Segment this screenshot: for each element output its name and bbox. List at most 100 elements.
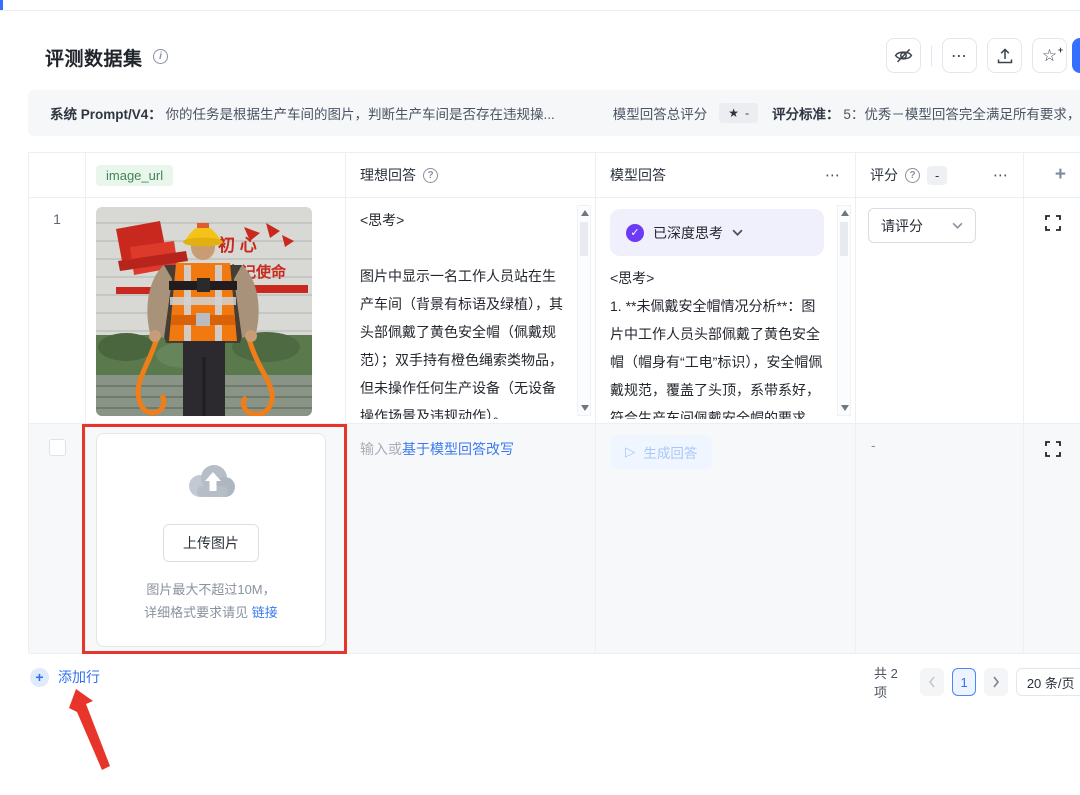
upload-hint-line1: 图片最大不超过10M，	[146, 582, 276, 597]
top-bar	[0, 0, 1080, 11]
row1-model-answer-cell[interactable]: ✓ 已深度思考 <思考> 1. **未佩戴安全帽情况分析**：图片中工作人员头部…	[596, 198, 856, 424]
prompt-text: 你的任务是根据生产车间的图片，判断生产车间是否存在违规操...	[165, 107, 555, 122]
score-question-icon[interactable]: ?	[905, 167, 920, 183]
upload-image-button[interactable]: 上传图片	[163, 524, 259, 562]
info-icon[interactable]: i	[153, 49, 168, 64]
primary-action-button[interactable]	[1072, 38, 1080, 73]
toolbar-divider	[931, 45, 932, 66]
header-index	[29, 153, 86, 198]
row2-checkbox[interactable]	[49, 439, 66, 456]
star-plus-icon: ☆ +	[1041, 45, 1064, 65]
row2-select-cell	[29, 424, 86, 654]
chevron-down-icon	[732, 229, 743, 236]
next-page-button[interactable]	[984, 668, 1008, 696]
deep-think-label: 已深度思考	[653, 224, 723, 241]
more-icon: ⋯	[951, 47, 968, 65]
score-column-more-icon[interactable]: ⋯	[993, 166, 1009, 184]
more-actions-button[interactable]: ⋯	[942, 38, 977, 73]
total-count: 共 2 项	[874, 666, 898, 700]
row1-ideal-answer-cell[interactable]: <思考> 图片中显示一名工作人员站在生产车间（背景有标语及绿植），其头部佩戴了黄…	[346, 198, 596, 424]
score-select[interactable]: 请评分	[868, 208, 976, 243]
format-link[interactable]: 链接	[252, 605, 278, 620]
header-score[interactable]: 评分 ? - ⋯	[856, 153, 1024, 198]
toolbar: ⋯ ☆ +	[886, 38, 1067, 73]
dataset-table: image_url 理想回答 ? 模型回答 ⋯ 评分 ? - ⋯ + 1 初 心…	[28, 152, 1080, 654]
expand-icon[interactable]	[1045, 215, 1061, 231]
row1-expand-cell[interactable]	[1024, 198, 1080, 424]
edge-accent	[0, 0, 3, 10]
rewrite-from-model-link[interactable]: 基于模型回答改写	[402, 441, 514, 457]
pagination: 共 2 项 1 20 条/页	[874, 663, 1080, 701]
row1-image-cell[interactable]: 初 心 牢记使命	[86, 198, 346, 424]
prompt-label: 系统 Prompt/V4：	[50, 107, 162, 122]
scroll-down-icon[interactable]	[581, 405, 589, 411]
expand-icon[interactable]	[1045, 441, 1061, 457]
criteria-label: 评分标准：	[772, 107, 840, 122]
ideal-answer-text[interactable]: <思考> 图片中显示一名工作人员站在生产车间（背景有标语及绿植），其头部佩戴了黄…	[360, 206, 569, 419]
ideal-answer-scrollbar[interactable]	[577, 205, 591, 416]
page-size-select[interactable]: 20 条/页	[1015, 668, 1080, 696]
row2-score-cell[interactable]: -	[856, 424, 1024, 654]
upload-hint-line2: 详细格式要求请见	[144, 605, 252, 620]
question-icon[interactable]: ?	[423, 167, 438, 183]
worker-photo-image: 初 心 牢记使命	[96, 207, 312, 416]
prev-page-button[interactable]	[920, 668, 945, 696]
row2-expand-cell[interactable]	[1024, 424, 1080, 654]
score-header-badge[interactable]: -	[927, 165, 948, 185]
check-circle-icon: ✓	[626, 223, 644, 242]
eye-off-icon	[894, 48, 913, 63]
plus-icon: +	[30, 667, 49, 687]
scroll-thumb[interactable]	[840, 222, 848, 256]
row1-score-cell[interactable]: 请评分	[856, 198, 1024, 424]
row2-ideal-answer-cell[interactable]: 输入或基于模型回答改写	[346, 424, 596, 654]
score-column-label: 评分	[870, 167, 898, 183]
scroll-down-icon[interactable]	[841, 405, 849, 411]
header-ideal-answer[interactable]: 理想回答 ?	[346, 153, 596, 198]
score-label: 模型回答总评分	[612, 107, 708, 122]
generate-answer-label: 生成回答	[643, 446, 698, 461]
scroll-up-icon[interactable]	[841, 210, 849, 216]
hide-eye-button[interactable]	[886, 38, 921, 73]
upload-dropzone[interactable]: 上传图片 图片最大不超过10M， 详细格式要求请见 链接	[96, 433, 326, 647]
chevron-left-icon	[929, 676, 935, 688]
current-page[interactable]: 1	[952, 668, 977, 696]
score-badge[interactable]: ★ -	[719, 103, 759, 123]
chevron-down-icon	[952, 222, 963, 229]
score-select-placeholder: 请评分	[881, 217, 923, 234]
score-value: -	[745, 106, 750, 120]
scroll-thumb[interactable]	[580, 222, 588, 256]
worker-photo[interactable]: 初 心 牢记使命	[96, 207, 312, 416]
scroll-up-icon[interactable]	[581, 210, 589, 216]
favorite-button[interactable]: ☆ +	[1032, 38, 1067, 73]
chevron-right-icon	[993, 676, 999, 688]
play-icon: ▷	[625, 444, 636, 459]
header-image-url[interactable]: image_url	[86, 153, 346, 198]
model-answer-label: 模型回答	[610, 167, 666, 183]
model-answer-text[interactable]: <思考> 1. **未佩戴安全帽情况分析**：图片中工作人员头部佩戴了黄色安全帽…	[610, 264, 829, 419]
add-row-label: 添加行	[58, 669, 100, 685]
image-url-tag[interactable]: image_url	[96, 164, 174, 186]
system-prompt-banner[interactable]: 系统 Prompt/V4： 你的任务是根据生产车间的图片，判断生产车间是否存在违…	[28, 90, 1080, 136]
header-model-answer[interactable]: 模型回答 ⋯	[596, 153, 856, 198]
header-add-column[interactable]: +	[1024, 153, 1080, 198]
star-icon: ★	[728, 106, 740, 120]
upload-icon	[997, 47, 1012, 63]
row2-score-value: -	[871, 437, 876, 453]
cloud-upload-icon	[189, 465, 235, 497]
criteria-text: 5：优秀－模型回答完全满足所有要求，理由	[843, 107, 1080, 122]
row2-model-answer-cell[interactable]: ▷ 生成回答	[596, 424, 856, 654]
row1-index: 1	[29, 198, 86, 424]
upload-button[interactable]	[987, 38, 1022, 73]
svg-text:初 心: 初 心	[218, 235, 257, 255]
generate-answer-button[interactable]: ▷ 生成回答	[610, 435, 713, 469]
deep-think-badge[interactable]: ✓ 已深度思考	[610, 209, 824, 256]
ideal-answer-placeholder[interactable]: 输入或基于模型回答改写	[360, 439, 514, 459]
add-column-icon[interactable]: +	[1055, 164, 1066, 186]
upload-hint: 图片最大不超过10M， 详细格式要求请见 链接	[144, 578, 278, 624]
model-column-more-icon[interactable]: ⋯	[825, 166, 841, 184]
model-answer-scrollbar[interactable]	[837, 205, 851, 416]
arrow-annotation	[69, 689, 110, 770]
add-row-button[interactable]: + 添加行	[30, 667, 100, 687]
row2-image-cell[interactable]: 上传图片 图片最大不超过10M， 详细格式要求请见 链接	[86, 424, 346, 654]
page-title: 评测数据集	[45, 49, 143, 70]
